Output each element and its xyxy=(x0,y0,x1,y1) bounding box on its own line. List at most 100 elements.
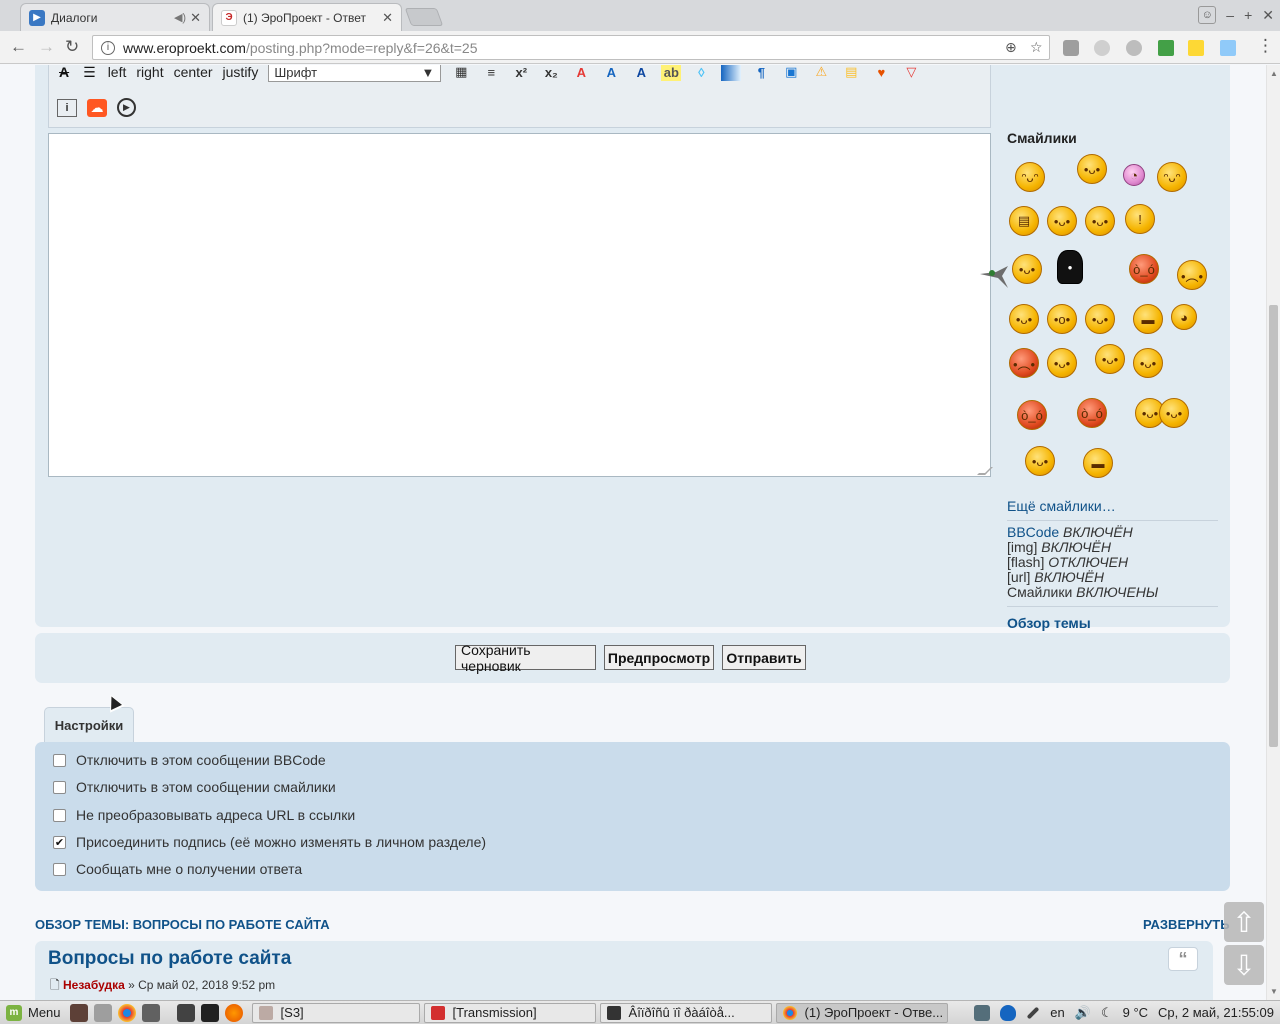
task-s3[interactable]: [S3] xyxy=(251,1002,420,1023)
play-icon[interactable]: ▶ xyxy=(117,98,136,117)
smiley-police-icon[interactable]: •ᴗ• xyxy=(1077,154,1107,184)
subscript-icon[interactable]: x₂ xyxy=(541,65,561,81)
drop-icon[interactable]: ◊ xyxy=(691,65,711,81)
font-shadow-icon[interactable]: A xyxy=(631,65,651,81)
info-icon[interactable]: i xyxy=(101,40,115,55)
smiley-icon[interactable]: •ᴗ• xyxy=(1085,206,1115,236)
superscript-icon[interactable]: x² xyxy=(511,65,531,81)
smiley-side-icon[interactable]: ◕ xyxy=(1171,304,1197,330)
scrollbar-thumb[interactable] xyxy=(1269,305,1278,747)
user-profile-icon[interactable]: ☺ xyxy=(1198,6,1217,24)
firefox-icon[interactable] xyxy=(224,1003,243,1022)
smiley-devil-icon[interactable]: ò_ó xyxy=(1129,254,1159,284)
smiley-wave-icon[interactable]: •ᴗ• xyxy=(1025,446,1055,476)
smiley-icon[interactable]: ᵔᴗᵔ xyxy=(1157,162,1187,192)
smiley-surprised-icon[interactable]: •o• xyxy=(1047,304,1077,334)
smiley-icon[interactable]: •ᴗ• xyxy=(1085,304,1115,334)
alert-icon[interactable]: ▽ xyxy=(901,65,921,81)
forward-arrow-icon[interactable]: → xyxy=(38,37,55,57)
preview-button[interactable]: Предпросмотр xyxy=(604,645,714,670)
smiley-pink-icon[interactable]: ◔ xyxy=(1123,164,1145,186)
volume-icon[interactable]: 🔊 xyxy=(1075,1005,1091,1021)
download-extension-icon[interactable] xyxy=(1158,40,1174,56)
checkbox[interactable] xyxy=(53,753,66,767)
smiley-crab-icon[interactable]: ò_ó xyxy=(1017,400,1047,430)
smiley-icon[interactable]: •ᴗ• xyxy=(1009,304,1039,334)
globe-extension-icon[interactable] xyxy=(1126,40,1142,56)
option-disable-magic-url[interactable]: Не преобразовывать адреса URL в ссылки xyxy=(53,807,355,823)
font-color-icon[interactable]: A xyxy=(571,65,591,81)
tab-settings[interactable]: Настройки xyxy=(44,707,134,743)
option-attach-signature[interactable]: ✔ Присоединить подпись (её можно изменять… xyxy=(53,834,486,850)
info-icon[interactable]: i xyxy=(57,98,77,117)
new-tab-button[interactable] xyxy=(404,8,444,26)
smiley-sign-icon[interactable]: ! xyxy=(1125,204,1155,234)
lock-icon[interactable]: ▤ xyxy=(841,65,861,81)
clock[interactable]: Ср, 2 май, 21:55:09 xyxy=(1158,1005,1274,1020)
menu-dots-icon[interactable]: ⋮ xyxy=(1257,36,1274,56)
option-notify-reply[interactable]: Сообщать мне о получении ответа xyxy=(53,861,302,877)
list-icon[interactable]: ≡ xyxy=(481,65,501,81)
smiley-icon[interactable]: •ᴗ• xyxy=(1095,344,1125,374)
expand-link[interactable]: РАЗВЕРНУТЬ xyxy=(1143,917,1230,932)
close-window-icon[interactable]: ✕ xyxy=(1262,7,1274,24)
paragraph-icon[interactable]: ¶ xyxy=(751,65,771,81)
task-video[interactable]: Âîïðîñû ïî ðàáîòå... xyxy=(599,1002,772,1023)
task-chrome[interactable]: (1) ЭроПроект - Отве... xyxy=(775,1002,948,1023)
smiley-devil-fork-icon[interactable]: ò_ó xyxy=(1077,398,1107,428)
table-icon[interactable]: ▦ xyxy=(451,65,471,81)
reload-icon[interactable]: ↻ xyxy=(65,37,79,57)
bulb-extension-icon[interactable] xyxy=(1188,40,1204,56)
screen-icon[interactable] xyxy=(974,1004,991,1021)
image-icon[interactable]: ▣ xyxy=(781,65,801,81)
topic-review-link[interactable]: Обзор темы xyxy=(1007,615,1218,631)
checkbox-checked[interactable]: ✔ xyxy=(53,835,66,849)
bookmark-star-icon[interactable]: ☆ xyxy=(1030,39,1043,56)
smiley-tongue-icon[interactable]: •ᴗ• xyxy=(1047,348,1077,378)
align-right-button[interactable]: right xyxy=(136,65,163,80)
browser-tab-dialogs[interactable]: ▶ Диалоги ◀) ✕ xyxy=(20,3,210,31)
message-textarea[interactable] xyxy=(48,133,993,477)
smiley-icon[interactable]: ᵔᴗᵔ xyxy=(1015,162,1045,192)
post-title[interactable]: Вопросы по работе сайта xyxy=(48,948,291,970)
task-transmission[interactable]: [Transmission] xyxy=(423,1002,596,1023)
font-glow-icon[interactable]: A xyxy=(601,65,621,81)
gradient-icon[interactable] xyxy=(721,65,742,81)
address-bar[interactable]: i www.eroproekt.com/posting.php?mode=rep… xyxy=(92,35,1050,60)
drive-icon[interactable] xyxy=(141,1003,160,1022)
back-arrow-icon[interactable]: ← xyxy=(10,37,27,57)
scroll-up-icon[interactable]: ▲ xyxy=(1270,69,1278,78)
checkbox[interactable] xyxy=(53,808,66,822)
option-disable-smilies[interactable]: Отключить в этом сообщении смайлики xyxy=(53,779,336,795)
scroll-up-button[interactable]: ⇧ xyxy=(1224,902,1264,942)
terminal-icon[interactable] xyxy=(200,1003,219,1022)
checkbox[interactable] xyxy=(53,780,66,794)
translate-extension-icon[interactable] xyxy=(1220,40,1236,56)
more-smilies-link[interactable]: Ещё смайлики… xyxy=(1007,498,1218,514)
weather-temp[interactable]: 9 °C xyxy=(1123,1005,1148,1020)
resize-handle-icon[interactable] xyxy=(977,467,993,475)
hr-line-icon[interactable]: ☰ xyxy=(81,65,98,82)
smiley-pair-icon[interactable]: •ᴗ• xyxy=(1159,398,1189,428)
smiley-icon[interactable]: •ᴗ• xyxy=(1133,348,1163,378)
align-left-button[interactable]: left xyxy=(108,65,127,80)
browser-tab-eroproekt[interactable]: Э (1) ЭроПроект - Ответ ✕ xyxy=(212,3,402,31)
smiley-sunglasses-icon[interactable]: ▬ xyxy=(1133,304,1163,334)
close-tab-icon[interactable]: ✕ xyxy=(382,10,393,26)
shield-extension-icon[interactable] xyxy=(1063,40,1079,56)
chrome-icon[interactable] xyxy=(117,1003,136,1022)
submit-button[interactable]: Отправить xyxy=(722,645,806,670)
minimize-icon[interactable]: – xyxy=(1226,7,1234,23)
post-author[interactable]: Незабудка xyxy=(63,978,125,992)
scroll-down-button[interactable]: ⇩ xyxy=(1224,945,1264,985)
bbcode-link[interactable]: BBCode xyxy=(1007,524,1059,540)
maximize-icon[interactable]: + xyxy=(1244,7,1252,23)
align-justify-button[interactable]: justify xyxy=(223,65,259,80)
quote-button[interactable]: “ xyxy=(1168,947,1198,971)
checkbox[interactable] xyxy=(53,862,66,876)
shield-icon[interactable] xyxy=(1000,1004,1017,1021)
settings-icon[interactable] xyxy=(93,1003,112,1022)
extension-icon[interactable] xyxy=(1094,40,1110,56)
pen-icon[interactable] xyxy=(1026,1006,1040,1019)
save-draft-button[interactable]: Сохранить черновик xyxy=(455,642,596,674)
